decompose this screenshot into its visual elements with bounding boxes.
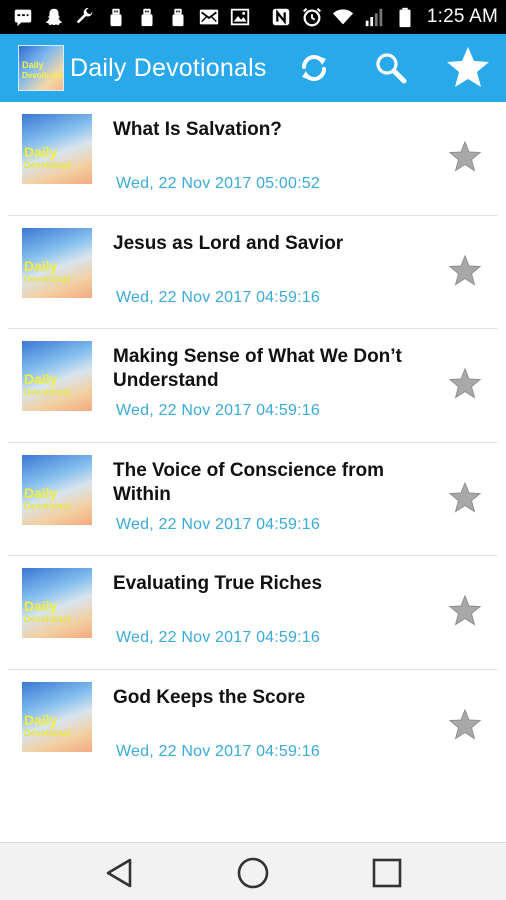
item-date: Wed, 22 Nov 2017 04:59:16 xyxy=(116,288,320,306)
search-icon xyxy=(376,53,407,84)
star-icon xyxy=(448,254,482,286)
thumbnail-line2: Devotional xyxy=(24,500,71,511)
item-title: The Voice of Conscience from Within xyxy=(113,459,384,505)
notification-icons xyxy=(12,6,251,28)
back-button[interactable] xyxy=(100,853,140,893)
favorites-button[interactable] xyxy=(442,42,494,94)
snapchat-icon xyxy=(43,6,65,28)
thumbnail-line1: Daily xyxy=(24,711,58,728)
favorite-toggle[interactable] xyxy=(448,594,482,628)
status-bar: 1:25 AM xyxy=(0,0,506,34)
star-icon xyxy=(447,47,489,87)
item-title: Making Sense of What We Don’t Understand xyxy=(113,346,402,392)
system-icons: 1:25 AM xyxy=(270,6,498,28)
wifi-icon xyxy=(332,6,354,28)
recents-icon xyxy=(372,858,402,888)
devotional-thumbnail: Daily Devotional xyxy=(22,227,92,298)
refresh-button[interactable] xyxy=(290,44,338,92)
app-logo: Daily Devotional xyxy=(18,45,64,91)
home-icon xyxy=(237,857,269,889)
favorite-toggle[interactable] xyxy=(448,254,482,288)
star-icon xyxy=(448,367,482,399)
devotional-thumbnail: Daily Devotional xyxy=(22,114,92,184)
favorite-toggle[interactable] xyxy=(448,708,482,742)
devotional-thumbnail: Daily Devotional xyxy=(22,341,92,412)
thumbnail-line2: Devotional xyxy=(24,160,71,170)
thumbnail-line1: Daily xyxy=(24,371,58,388)
thumbnail-line1: Daily xyxy=(24,257,58,274)
wrench-icon xyxy=(74,6,96,28)
usb-icon xyxy=(105,6,127,28)
nfc-icon xyxy=(270,6,292,28)
item-date: Wed, 22 Nov 2017 04:59:16 xyxy=(116,515,320,533)
star-icon xyxy=(448,140,482,172)
devotional-thumbnail: Daily Devotional xyxy=(22,681,92,752)
app-title: Daily Devotionals xyxy=(70,53,267,82)
item-title: Evaluating True Riches xyxy=(113,573,323,595)
home-button[interactable] xyxy=(233,853,273,893)
item-date: Wed, 22 Nov 2017 05:00:52 xyxy=(116,175,320,192)
devotional-thumbnail: Daily Devotional xyxy=(22,454,92,525)
list-item[interactable]: Daily Devotional Jesus as Lord and Savior W… xyxy=(8,216,498,330)
thumbnail-line2: Devotional xyxy=(24,387,71,398)
app-bar: Daily Devotional Daily Devotionals xyxy=(0,34,506,102)
devotional-thumbnail: Daily Devotional xyxy=(22,568,92,639)
refresh-icon xyxy=(302,55,326,81)
thumbnail-line1: Daily xyxy=(24,598,58,615)
item-title: God Keeps the Score xyxy=(113,686,306,708)
usb-icon xyxy=(167,6,189,28)
status-clock: 1:25 AM xyxy=(426,6,498,27)
list-item[interactable]: Daily Devotional God Keeps the Score Wed, 2… xyxy=(8,670,498,784)
favorite-toggle[interactable] xyxy=(448,481,482,515)
list-item[interactable]: Daily Devotional The Voice of Conscience f… xyxy=(8,443,498,557)
thumbnail-line1: Daily xyxy=(24,144,58,160)
search-button[interactable] xyxy=(367,44,415,92)
list-item[interactable]: Daily Devotional What Is Salvation? Wed, 22… xyxy=(8,102,498,216)
favorite-toggle[interactable] xyxy=(448,140,482,174)
signal-icon xyxy=(363,6,385,28)
message-icon xyxy=(12,6,34,28)
thumbnail-line2: Devotional xyxy=(24,727,71,738)
battery-icon xyxy=(394,6,416,28)
item-date: Wed, 22 Nov 2017 04:59:16 xyxy=(116,742,320,760)
app-logo-line2: Devotional xyxy=(22,71,63,80)
item-date: Wed, 22 Nov 2017 04:59:16 xyxy=(116,629,320,647)
item-title: What Is Salvation? xyxy=(113,119,282,140)
usb-icon xyxy=(136,6,158,28)
star-icon xyxy=(448,595,482,626)
star-icon xyxy=(448,708,482,740)
back-icon xyxy=(106,858,132,888)
alarm-icon xyxy=(301,6,323,28)
list-item[interactable]: Daily Devotional Evaluating True Riches Wed… xyxy=(8,556,498,670)
thumbnail-line2: Devotional xyxy=(24,614,71,625)
star-icon xyxy=(448,481,482,513)
item-title: Jesus as Lord and Savior xyxy=(113,232,344,254)
app-logo-line1: Daily xyxy=(22,60,44,70)
favorite-toggle[interactable] xyxy=(448,367,482,401)
mail-icon xyxy=(198,6,220,28)
image-icon xyxy=(229,6,251,28)
thumbnail-line2: Devotional xyxy=(24,273,71,284)
recents-button[interactable] xyxy=(367,853,407,893)
thumbnail-line1: Daily xyxy=(24,484,58,501)
navigation-bar xyxy=(0,842,506,900)
item-date: Wed, 22 Nov 2017 04:59:16 xyxy=(116,402,320,420)
devotional-list: Daily Devotional What Is Salvation? Wed, 22… xyxy=(0,102,506,784)
list-item[interactable]: Daily Devotional Making Sense of What We D… xyxy=(8,329,498,443)
